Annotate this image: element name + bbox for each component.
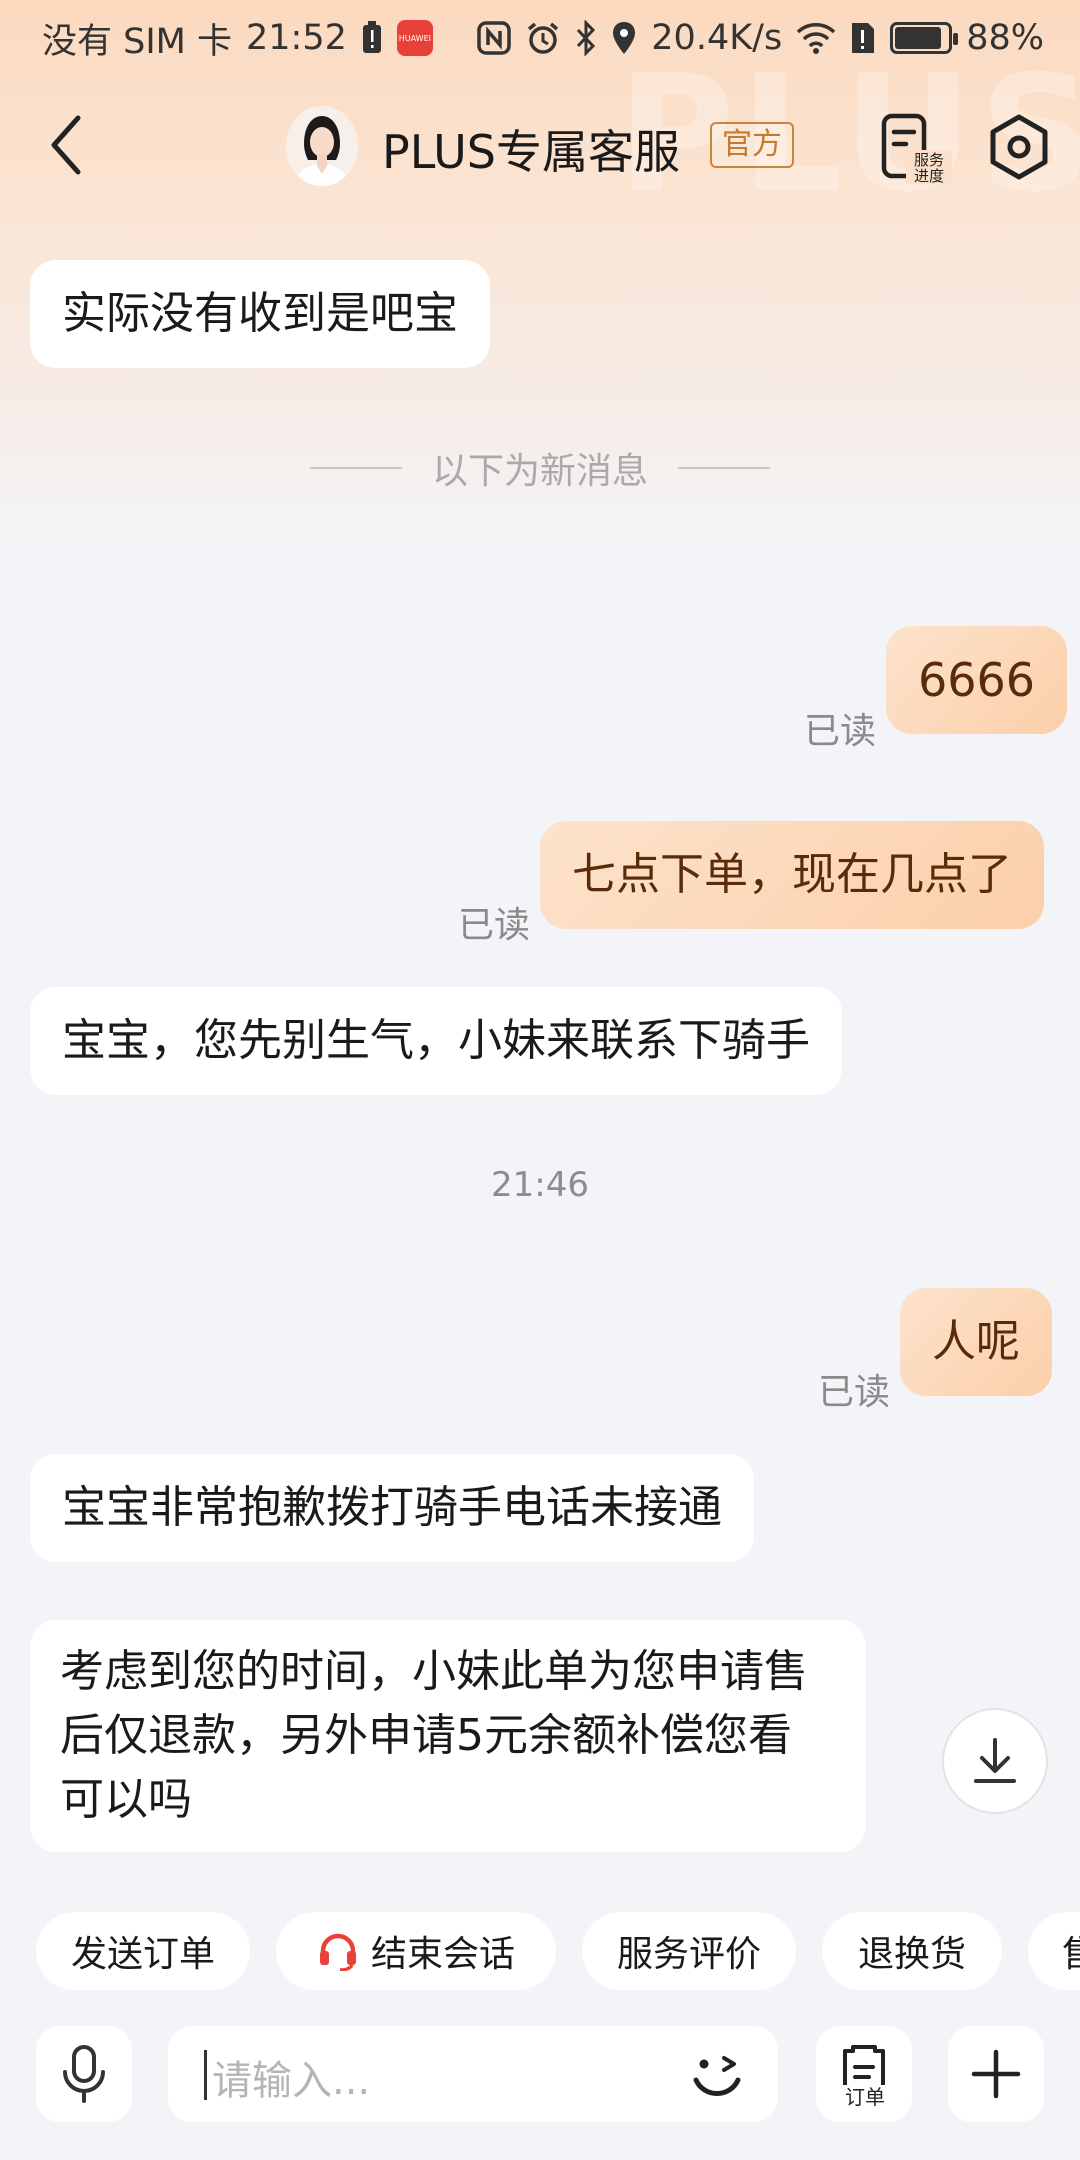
agent-message[interactable]: 宝宝非常抱歉拨打骑手电话未接通 <box>30 1454 754 1562</box>
chip-label: 结束会话 <box>370 1934 515 1975</box>
scroll-to-bottom-button[interactable] <box>942 1708 1048 1814</box>
order-label: 订单 <box>845 2085 885 2107</box>
headset-icon <box>319 1933 356 1971</box>
chip-label: 发送订单 <box>70 1934 215 1975</box>
quick-actions-row: 发送订单 结束会话 服务评价 退换货 售 <box>0 1912 1080 1992</box>
input-placeholder: 请输入... <box>212 2058 371 2104</box>
add-more-button[interactable] <box>948 2026 1044 2122</box>
sim-alert-icon <box>850 21 876 55</box>
plus-icon <box>971 2049 1021 2099</box>
progress-label-line2: 进度 <box>914 167 944 184</box>
order-button[interactable]: 订单 <box>816 2026 912 2122</box>
more-chip[interactable]: 售 <box>1028 1912 1080 1990</box>
status-bar: 没有 SIM 卡 21:52 HUAWEI 20.4K/s 88% <box>0 0 1080 76</box>
text-caret <box>204 2050 207 2100</box>
return-exchange-chip[interactable]: 退换货 <box>822 1912 1002 1990</box>
read-receipt: 已读 <box>458 905 531 946</box>
clock: 21:52 <box>246 18 347 58</box>
chat-header: PLUS专属客服 官方 服务 进度 <box>0 92 1080 202</box>
timestamp: 21:46 <box>491 1165 589 1205</box>
agent-message[interactable]: 实际没有收到是吧宝 <box>30 260 490 368</box>
agent-avatar[interactable] <box>286 106 358 186</box>
chevron-left-icon <box>51 115 81 175</box>
official-badge: 官方 <box>710 122 794 168</box>
agent-message[interactable]: 宝宝，您先别生气，小妹来联系下骑手 <box>30 987 842 1095</box>
user-message[interactable]: 6666 <box>886 626 1068 734</box>
service-rating-chip[interactable]: 服务评价 <box>582 1912 796 1990</box>
read-receipt: 已读 <box>804 711 877 752</box>
microphone-icon <box>63 2045 105 2103</box>
new-messages-divider: 以下为新消息 <box>310 442 771 494</box>
user-message[interactable]: 七点下单，现在几点了 <box>540 821 1044 929</box>
settings-button[interactable] <box>984 112 1054 182</box>
chip-label: 退换货 <box>857 1934 966 1975</box>
message-line: 可以吗 <box>60 1774 192 1825</box>
clipboard-order-icon: 订单 <box>843 2045 889 2107</box>
divider-label: 以下为新消息 <box>432 451 649 492</box>
chat-title: PLUS专属客服 <box>382 125 680 179</box>
app-gallery-icon: HUAWEI <box>396 20 433 56</box>
service-progress-icon: 服务 进度 <box>881 113 952 185</box>
read-receipt: 已读 <box>818 1372 891 1413</box>
message-input[interactable]: 请输入... <box>168 2026 778 2122</box>
divider-line-left <box>310 467 402 469</box>
nfc-icon <box>477 21 512 55</box>
divider-line-right <box>678 467 771 469</box>
back-button[interactable] <box>36 110 96 180</box>
send-order-chip[interactable]: 发送订单 <box>36 1912 250 1990</box>
voice-input-button[interactable] <box>36 2026 132 2122</box>
input-bar: 请输入... 订单 <box>0 2018 1080 2128</box>
location-icon <box>611 20 637 56</box>
battery-icon <box>890 22 959 54</box>
agent-message-multiline[interactable]: 考虑到您的时间，小妹此单为您申请售 后仅退款，另外申请5元余额补偿您看 可以吗 <box>30 1620 866 1852</box>
user-message[interactable]: 人呢 <box>900 1288 1052 1396</box>
chip-label: 服务评价 <box>616 1934 761 1975</box>
message-line: 后仅退款，另外申请5元余额补偿您看 <box>60 1710 792 1761</box>
end-session-chip[interactable]: 结束会话 <box>276 1912 556 1990</box>
carrier-text: 没有 SIM 卡 <box>42 21 232 62</box>
battery-alert-icon <box>361 21 383 55</box>
bluetooth-icon <box>575 20 597 56</box>
service-progress-button[interactable]: 服务 进度 <box>880 112 952 185</box>
alarm-icon <box>525 20 561 56</box>
message-line: 考虑到您的时间，小妹此单为您申请售 <box>60 1646 808 1697</box>
chip-label: 售 <box>1062 1925 1080 1977</box>
download-arrow-icon <box>974 1738 1016 1783</box>
battery-percent: 88% <box>966 18 1044 58</box>
settings-hexagon-icon <box>990 114 1048 180</box>
emoji-wink-icon[interactable] <box>684 2040 750 2106</box>
wifi-icon <box>796 22 836 54</box>
network-speed: 20.4K/s <box>651 18 783 58</box>
